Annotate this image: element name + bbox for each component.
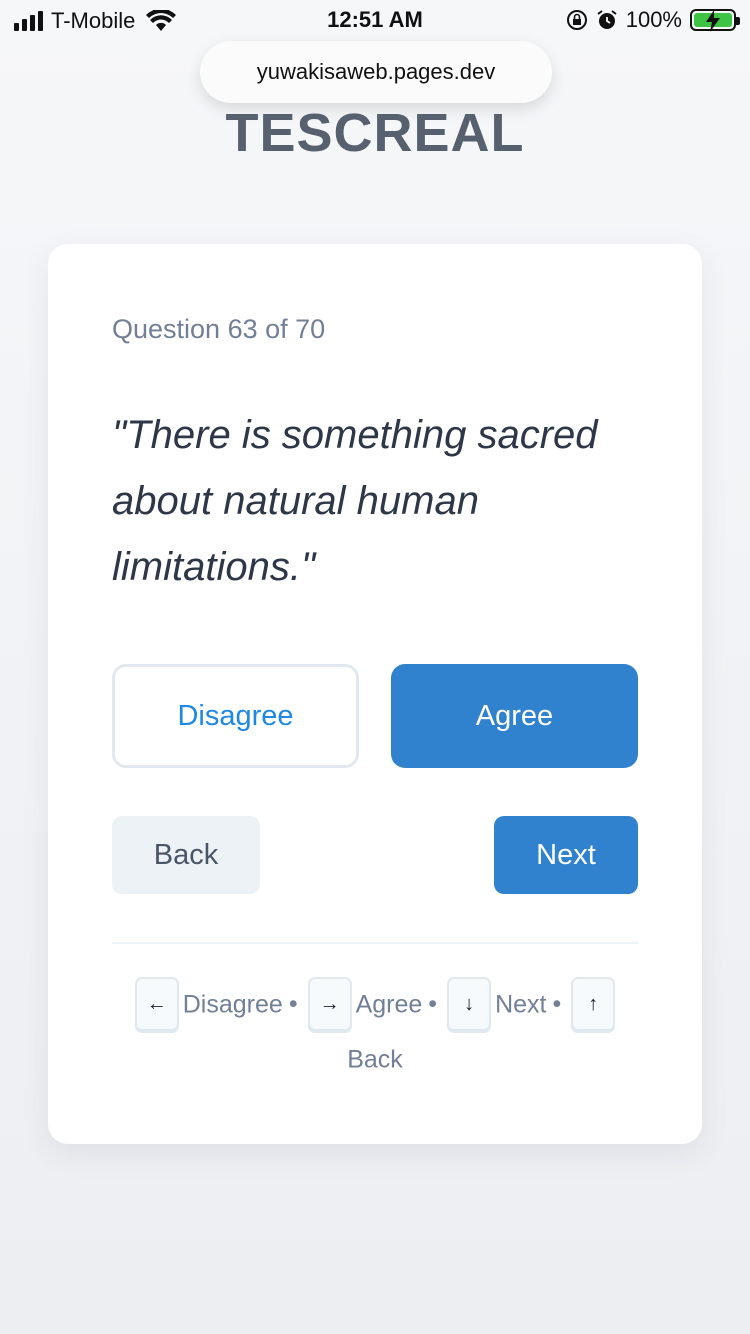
question-text: "There is something sacred about natural… [112, 413, 598, 589]
separator: • [288, 990, 298, 1019]
shortcut-label-back: Back [347, 1045, 403, 1074]
shortcut-label-next: Next [495, 990, 547, 1019]
question-card: Question 63 of 70 "There is something sa… [48, 244, 702, 1144]
battery-icon [690, 9, 740, 32]
divider [112, 942, 638, 944]
url-text: yuwakisaweb.pages.dev [256, 59, 496, 84]
right-arrow-key: → [307, 977, 352, 1032]
back-button[interactable]: Back [112, 816, 260, 894]
left-arrow-key: ← [134, 977, 179, 1032]
down-arrow-key: ↓ [447, 977, 492, 1032]
battery-percent: 100% [625, 7, 682, 32]
status-bar: T-Mobile 12:51 AM 100% [0, 0, 750, 40]
separator: • [552, 990, 562, 1019]
next-button[interactable]: Next [494, 816, 638, 894]
up-arrow-key: ↑ [571, 977, 616, 1032]
shortcut-label-disagree: Disagree [182, 990, 283, 1019]
question-counter: Question 63 of 70 [112, 314, 326, 344]
page-title: TESCREAL [225, 103, 525, 163]
keyboard-shortcuts: ← Disagree • → Agree • ↓ Next • ↑ Back [112, 976, 638, 1087]
shortcut-label-agree: Agree [355, 990, 423, 1019]
disagree-button[interactable]: Disagree [112, 664, 359, 768]
separator: • [428, 990, 438, 1019]
alarm-icon [597, 10, 617, 29]
agree-button[interactable]: Agree [391, 664, 638, 768]
url-bar[interactable]: yuwakisaweb.pages.dev [200, 41, 552, 103]
status-right: 100% [566, 7, 740, 33]
rotation-lock-icon [566, 10, 587, 30]
